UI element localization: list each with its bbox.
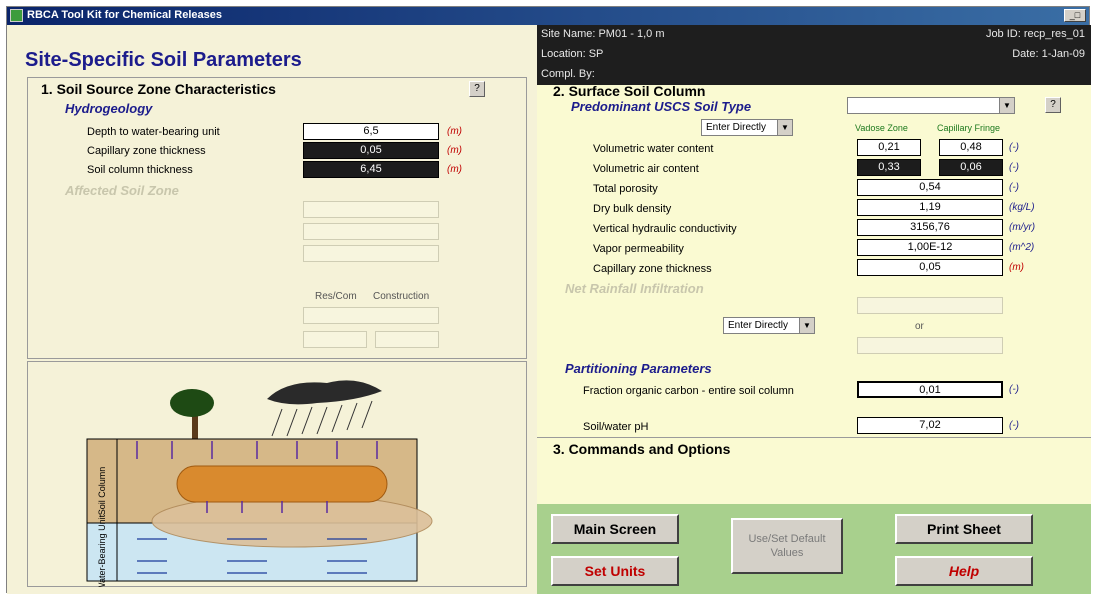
commands-panel: Main Screen Set Units Use/Set Default Va…	[537, 504, 1091, 594]
divider	[537, 437, 1091, 438]
compl-by: Compl. By:	[541, 68, 595, 80]
uscs-title: Predominant USCS Soil Type	[571, 99, 752, 114]
porosity-input[interactable]: 0,54	[857, 179, 1003, 196]
soil-column-label: Soil column thickness	[87, 164, 193, 176]
capillary-label: Capillary zone thickness	[87, 145, 206, 157]
water-content-cap[interactable]: 0,48	[939, 139, 1003, 156]
air-content-unit: (-)	[1009, 162, 1019, 173]
date: Date: 1-Jan-09	[1012, 48, 1085, 60]
help-button-section2[interactable]: ?	[1045, 97, 1061, 113]
left-pane: Site-Specific Soil Parameters 1. Soil So…	[7, 25, 537, 594]
faint-rain-field-2	[857, 337, 1003, 354]
section1-title: 1. Soil Source Zone Characteristics	[41, 81, 276, 97]
bulk-density-unit: (kg/L)	[1009, 202, 1035, 213]
help-button[interactable]: Help	[895, 556, 1033, 586]
title-bar: RBCA Tool Kit for Chemical Releases _□	[7, 7, 1089, 25]
affected-soil-title: Affected Soil Zone	[65, 183, 179, 198]
vapor-perm-label: Vapor permeability	[593, 243, 684, 255]
depth-input[interactable]: 6,5	[303, 123, 439, 140]
section3-title: 3. Commands and Options	[553, 441, 731, 457]
water-content-unit: (-)	[1009, 142, 1019, 153]
construction-header: Construction	[373, 291, 430, 302]
ph-label: Soil/water pH	[583, 421, 649, 433]
foc-label: Fraction organic carbon - entire soil co…	[583, 385, 794, 397]
location: Location: SP	[541, 48, 604, 60]
capillary-value: 0,05	[303, 142, 439, 159]
faint-field-4	[303, 307, 439, 324]
soil-source-box	[27, 77, 527, 359]
water-content-vadose[interactable]: 0,21	[857, 139, 921, 156]
job-id: Job ID: recp_res_01	[985, 28, 1085, 40]
faint-field-5	[303, 331, 367, 348]
faint-rain-field-1	[857, 297, 1003, 314]
cap-thickness-unit: (m)	[1009, 262, 1024, 273]
air-content-cap: 0,06	[939, 159, 1003, 176]
vadose-header: Vadose Zone	[855, 123, 908, 133]
soil-column-diagram-label: Soil Column	[97, 467, 107, 516]
site-info-row2: Location: SP Date: 1-Jan-09	[537, 45, 1091, 65]
chevron-down-icon: ▼	[999, 98, 1014, 113]
hyd-cond-label: Vertical hydraulic conductivity	[593, 223, 737, 235]
app-icon	[10, 9, 23, 22]
partitioning-title: Partitioning Parameters	[565, 361, 712, 376]
faint-field-2	[303, 223, 439, 240]
capillary-unit: (m)	[447, 145, 462, 156]
faint-field-6	[375, 331, 439, 348]
hyd-cond-input[interactable]: 3156,76	[857, 219, 1003, 236]
bulk-density-input[interactable]: 1,19	[857, 199, 1003, 216]
uscs-dropdown[interactable]: ▼	[847, 97, 1015, 114]
cap-thickness-input[interactable]: 0,05	[857, 259, 1003, 276]
vapor-perm-unit: (m^2)	[1009, 242, 1035, 253]
water-bearing-diagram-label: Water-Bearing Unit	[97, 514, 107, 587]
soil-diagram: Soil Column Water-Bearing Unit	[86, 380, 433, 587]
res-com-header: Res/Com	[315, 291, 357, 302]
hydrogeology-title: Hydrogeology	[65, 101, 153, 116]
water-content-label: Volumetric water content	[593, 143, 714, 155]
section2-title: 2. Surface Soil Column	[553, 83, 706, 99]
enter-directly-dropdown-2[interactable]: Enter Directly ▼	[723, 317, 815, 334]
site-name: Site Name: PM01 - 1,0 m	[541, 28, 665, 40]
client-area: Site-Specific Soil Parameters 1. Soil So…	[7, 25, 1091, 594]
chevron-down-icon: ▼	[799, 318, 814, 333]
depth-label: Depth to water-bearing unit	[87, 126, 220, 138]
print-sheet-button[interactable]: Print Sheet	[895, 514, 1033, 544]
default-values-button[interactable]: Use/Set Default Values	[731, 518, 843, 574]
ph-input[interactable]: 7,02	[857, 417, 1003, 434]
hyd-cond-unit: (m/yr)	[1009, 222, 1036, 233]
site-info-row3: Compl. By:	[537, 65, 1091, 85]
app-window: RBCA Tool Kit for Chemical Releases _□ S…	[6, 6, 1091, 594]
bulk-density-label: Dry bulk density	[593, 203, 672, 215]
net-rainfall-title: Net Rainfall Infiltration	[565, 281, 704, 296]
main-screen-button[interactable]: Main Screen	[551, 514, 679, 544]
enter-directly-dropdown[interactable]: Enter Directly ▼	[701, 119, 793, 136]
air-content-label: Volumetric air content	[593, 163, 699, 175]
soil-column-unit: (m)	[447, 164, 462, 175]
vapor-perm-input[interactable]: 1,00E-12	[857, 239, 1003, 256]
capfringe-header: Capillary Fringe	[937, 123, 1001, 133]
faint-field-3	[303, 245, 439, 262]
porosity-unit: (-)	[1009, 182, 1019, 193]
porosity-label: Total porosity	[593, 183, 658, 195]
cap-thickness-label: Capillary zone thickness	[593, 263, 712, 275]
window-title: RBCA Tool Kit for Chemical Releases	[27, 9, 222, 21]
soil-column-value: 6,45	[303, 161, 439, 178]
page-title: Site-Specific Soil Parameters	[25, 49, 302, 71]
help-button-section1[interactable]: ?	[469, 81, 485, 97]
window-controls[interactable]: _□	[1064, 9, 1086, 22]
faint-field-1	[303, 201, 439, 218]
chevron-down-icon: ▼	[777, 120, 792, 135]
right-pane: 2. Surface Soil Column Predominant USCS …	[537, 83, 1091, 594]
depth-unit: (m)	[447, 126, 462, 137]
set-units-button[interactable]: Set Units	[551, 556, 679, 586]
air-content-vadose: 0,33	[857, 159, 921, 176]
site-info-row1: Site Name: PM01 - 1,0 m Job ID: recp_res…	[537, 25, 1091, 45]
foc-unit: (-)	[1009, 384, 1019, 395]
foc-input[interactable]: 0,01	[857, 381, 1003, 398]
ph-unit: (-)	[1009, 420, 1019, 431]
or-label: or	[915, 321, 924, 332]
